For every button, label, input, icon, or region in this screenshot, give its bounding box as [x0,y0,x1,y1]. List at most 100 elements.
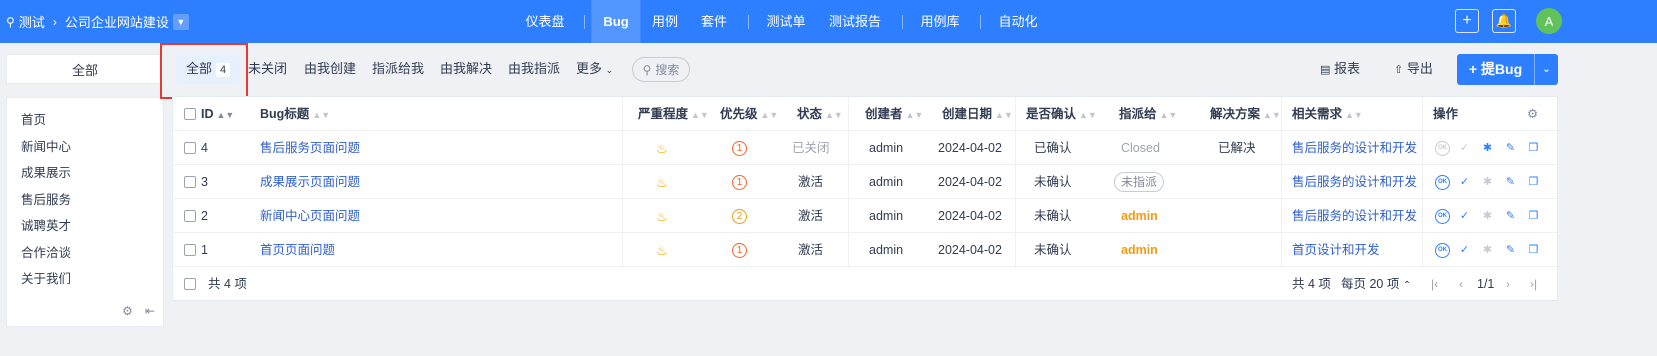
col-title[interactable]: Bug标题 ▲▼ [260,97,330,131]
status: 激活 [798,175,824,189]
row-checkbox[interactable] [184,244,196,256]
new-bug-button[interactable]: + 提Bug ⌄ [1457,54,1558,85]
assigned-to[interactable]: admin [1121,199,1158,233]
export-label: 导出 [1406,61,1433,76]
row-checkbox[interactable] [184,210,196,222]
magic-icon[interactable]: ✱ [1479,140,1496,157]
nav-caselib[interactable]: 用例库 [920,0,959,43]
gear-icon[interactable]: ⚙ [122,304,133,318]
table-row[interactable]: 4 售后服务页面问题 ♨ 1 已关闭 admin 2024-04-02 已确认 … [173,131,1557,165]
avatar[interactable]: A [1536,8,1562,34]
bug-title[interactable]: 首页页面问题 [260,233,335,267]
priority-badge: 2 [732,199,747,233]
gear-icon[interactable]: ⚙ [1527,97,1538,131]
unassigned-badge[interactable]: 未指派 [1114,172,1165,192]
copy-icon[interactable]: ❐ [1525,174,1542,191]
related-story[interactable]: 首页设计和开发 [1292,233,1380,267]
col-resolution[interactable]: 解决方案 ▲▼ [1210,97,1281,131]
nav-divider [584,15,585,29]
project-name[interactable]: 公司企业网站建设 [65,12,169,31]
nav-automation[interactable]: 自动化 [998,0,1037,43]
nav-testreport[interactable]: 测试报告 [829,0,881,43]
creator: admin [869,209,904,223]
table-row[interactable]: 2 新闻中心页面问题 ♨ 2 激活 admin 2024-04-02 未确认 a… [173,199,1557,233]
search-button[interactable]: ⚲ 搜索 [632,57,690,82]
table-row[interactable]: 1 首页页面问题 ♨ 1 激活 admin 2024-04-02 未确认 adm… [173,233,1557,267]
sort-desc-icon: ▲▼ [216,110,235,120]
nav-testtask[interactable]: 测试单 [766,0,805,43]
tab-created-by-me[interactable]: 由我创建 [304,54,356,84]
table-row[interactable]: 3 成果展示页面问题 ♨ 1 激活 admin 2024-04-02 未确认 未… [173,165,1557,199]
check-icon[interactable]: ✓ [1456,208,1473,225]
tab-assigned-to-me[interactable]: 指派给我 [372,54,424,84]
col-priority[interactable]: 优先级 ▲▼ [720,97,778,131]
bug-title[interactable]: 新闻中心页面问题 [260,199,360,233]
sidebar-item-cooperation[interactable]: 合作洽谈 [21,242,71,261]
col-confirmed[interactable]: 是否确认 ▲▼ [1026,97,1097,131]
col-assigned[interactable]: 指派给 ▲▼ [1119,97,1177,131]
edit-icon[interactable]: ✎ [1502,174,1519,191]
check-icon[interactable]: ✓ [1456,242,1473,259]
assigned-to[interactable]: admin [1121,233,1158,267]
select-all-checkbox[interactable] [184,108,196,120]
prev-page-icon[interactable]: ‹ [1459,268,1463,301]
bug-title[interactable]: 售后服务页面问题 [260,131,360,165]
sidebar-item-showcase[interactable]: 成果展示 [21,162,71,181]
nav-testcase[interactable]: 用例 [652,0,678,43]
sidebar-item-aftersales[interactable]: 售后服务 [21,189,71,208]
sidebar-item-about[interactable]: 关于我们 [21,268,71,287]
chevron-down-icon[interactable]: ⌄ [1535,64,1558,75]
assigned-to[interactable]: 未指派 [1114,165,1165,199]
sidebar-item-careers[interactable]: 诚聘英才 [21,215,71,234]
copy-icon[interactable]: ❐ [1525,208,1542,225]
check-icon[interactable]: ✓ [1456,174,1473,191]
sidebar-item-home[interactable]: 首页 [21,109,46,128]
col-id[interactable]: ID ▲▼ [201,97,234,131]
chevron-down-icon[interactable]: ▼ [172,13,189,30]
related-story[interactable]: 售后服务的设计和开发 [1292,199,1417,233]
col-story[interactable]: 相关需求 ▲▼ [1292,97,1363,131]
severity-icon: ♨ [656,208,668,224]
nav-bug[interactable]: Bug [591,0,641,43]
new-bug-label[interactable]: + 提Bug [1457,54,1535,85]
bug-title[interactable]: 成果展示页面问题 [260,165,360,199]
add-button[interactable]: + [1455,9,1479,33]
col-creator[interactable]: 创建者 ▲▼ [865,97,923,131]
row-checkbox[interactable] [184,142,196,154]
tab-more[interactable]: 更多 ⌄ [576,54,613,84]
sidebar-title[interactable]: 全部 [6,54,164,84]
related-story[interactable]: 售后服务的设计和开发 [1292,165,1417,199]
tab-resolved-by-me[interactable]: 由我解决 [440,54,492,84]
col-status[interactable]: 状态 ▲▼ [797,97,843,131]
edit-icon[interactable]: ✎ [1502,140,1519,157]
tab-unclosed[interactable]: 未关闭 [248,54,287,84]
nav-dashboard[interactable]: 仪表盘 [525,0,564,43]
nav-suite[interactable]: 套件 [701,0,727,43]
page-size-selector[interactable]: 每页 20 项 ⌃ [1341,268,1411,302]
copy-icon[interactable]: ❐ [1525,242,1542,259]
edit-icon[interactable]: ✎ [1502,242,1519,259]
related-story[interactable]: 售后服务的设计和开发 [1292,131,1417,165]
col-date[interactable]: 创建日期 ▲▼ [942,97,1013,131]
report-button[interactable]: ▤ 报表 [1320,54,1360,84]
row-checkbox[interactable] [184,176,196,188]
confirm-icon[interactable]: OK [1435,242,1450,258]
last-page-icon[interactable]: ›| [1530,268,1537,301]
select-all-checkbox[interactable] [184,278,196,290]
created-date: 2024-04-02 [938,209,1002,223]
confirm-icon[interactable]: OK [1435,208,1450,224]
col-priority-label: 优先级 [720,107,758,121]
first-page-icon[interactable]: |‹ [1431,268,1438,301]
copy-icon[interactable]: ❐ [1525,140,1542,157]
collapse-icon[interactable]: ⇤ [145,304,155,318]
notification-button[interactable]: 🔔 [1492,9,1516,33]
export-button[interactable]: ⇧ 导出 [1394,54,1433,84]
next-page-icon[interactable]: › [1506,268,1510,301]
sidebar-item-news[interactable]: 新闻中心 [21,136,71,155]
edit-icon[interactable]: ✎ [1502,208,1519,225]
sidebar: 首页 新闻中心 成果展示 售后服务 诚聘英才 合作洽谈 关于我们 ⚙ ⇤ [6,97,164,327]
tab-assigned-by-me[interactable]: 由我指派 [508,54,560,84]
confirm-icon[interactable]: OK [1435,174,1450,190]
col-severity[interactable]: 严重程度 ▲▼ [638,97,709,131]
project-breadcrumb[interactable]: ⚲ 测试 › 公司企业网站建设 ▼ [6,0,189,43]
